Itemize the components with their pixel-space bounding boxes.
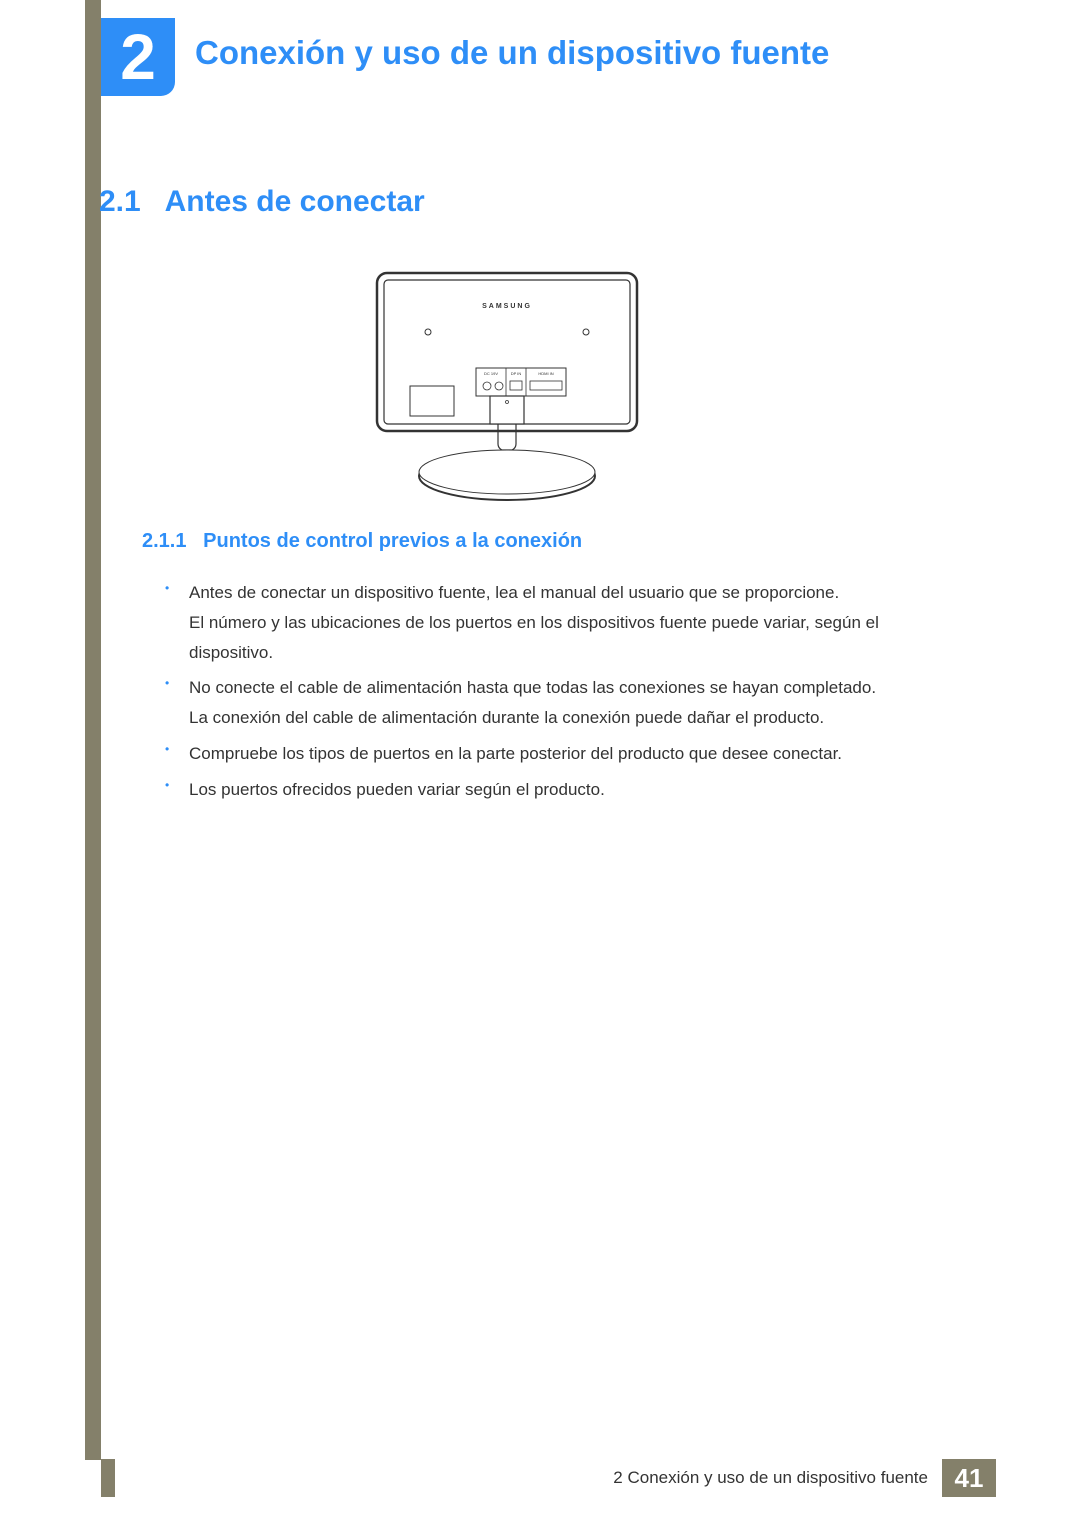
bullet-list: Antes de conectar un dispositivo fuente,… xyxy=(165,578,945,810)
svg-text:HDMI IN: HDMI IN xyxy=(538,371,553,376)
list-item: Compruebe los tipos de puertos en la par… xyxy=(165,739,945,769)
chapter-title: Conexión y uso de un dispositivo fuente xyxy=(195,34,829,72)
monitor-rear-diagram: SAMSUNG DC 19V DP IN HDMI IN xyxy=(372,268,642,506)
brand-label: SAMSUNG xyxy=(482,303,532,310)
section-title: Antes de conectar xyxy=(165,185,425,218)
chapter-number-tab: 2 xyxy=(101,18,175,96)
list-item: No conecte el cable de alimentación hast… xyxy=(165,673,945,733)
list-item: Los puertos ofrecidos pueden variar segú… xyxy=(165,775,945,805)
sidebar-stripe xyxy=(85,0,101,1460)
subsection-title: Puntos de control previos a la conexión xyxy=(203,530,582,552)
svg-text:DC 19V: DC 19V xyxy=(484,371,498,376)
subsection-heading: 2.1.1 Puntos de control previos a la con… xyxy=(142,530,582,553)
section-number: 2.1 xyxy=(99,185,141,218)
list-item-line: La conexión del cable de alimentación du… xyxy=(189,703,945,733)
footer-text: 2 Conexión y uso de un dispositivo fuent… xyxy=(115,1459,942,1497)
list-item-line: El número y las ubicaciones de los puert… xyxy=(189,608,945,668)
list-item-line: No conecte el cable de alimentación hast… xyxy=(189,673,945,703)
list-item-line: Compruebe los tipos de puertos en la par… xyxy=(189,739,945,769)
list-item-line: Antes de conectar un dispositivo fuente,… xyxy=(189,578,945,608)
list-item: Antes de conectar un dispositivo fuente,… xyxy=(165,578,945,667)
subsection-number: 2.1.1 xyxy=(142,530,186,552)
list-item-line: Los puertos ofrecidos pueden variar segú… xyxy=(189,775,945,805)
footer-bar: 2 Conexión y uso de un dispositivo fuent… xyxy=(101,1459,996,1497)
section-heading: 2.1 Antes de conectar xyxy=(99,185,425,219)
footer-stripe xyxy=(101,1459,115,1497)
svg-text:DP IN: DP IN xyxy=(511,371,522,376)
footer-page-number: 41 xyxy=(942,1459,996,1497)
